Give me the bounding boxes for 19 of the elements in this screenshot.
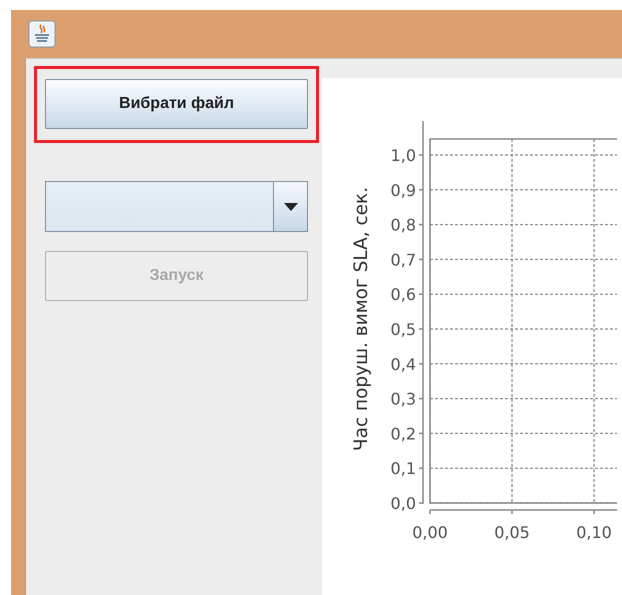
x-tick-label: 0,10: [576, 523, 612, 542]
choose-file-button[interactable]: Вибрати файл: [45, 79, 308, 129]
y-tick-label: 0,5: [390, 320, 416, 339]
y-tick-label: 1,0: [390, 146, 416, 165]
y-tick-label: 0,1: [390, 459, 416, 478]
y-tick-label: 0,4: [390, 354, 416, 374]
dropdown[interactable]: [45, 181, 308, 232]
y-axis-title: Час поруш. вимог SLA, сек.: [351, 186, 372, 452]
y-tick-label: 0,3: [390, 390, 416, 409]
y-tick-label: 0,0: [390, 494, 416, 513]
x-tick-label: 0,05: [494, 523, 530, 542]
y-tick-label: 0,8: [390, 216, 416, 235]
x-tick-label: 0,00: [412, 523, 448, 542]
y-tick-label: 0,6: [390, 285, 416, 304]
cup-icon: [28, 20, 56, 48]
y-tick-label: 0,9: [390, 180, 416, 200]
caret-icon: [284, 202, 298, 210]
y-tick-label: 0,2: [390, 424, 416, 444]
y-tick-label: 0,7: [390, 250, 416, 270]
